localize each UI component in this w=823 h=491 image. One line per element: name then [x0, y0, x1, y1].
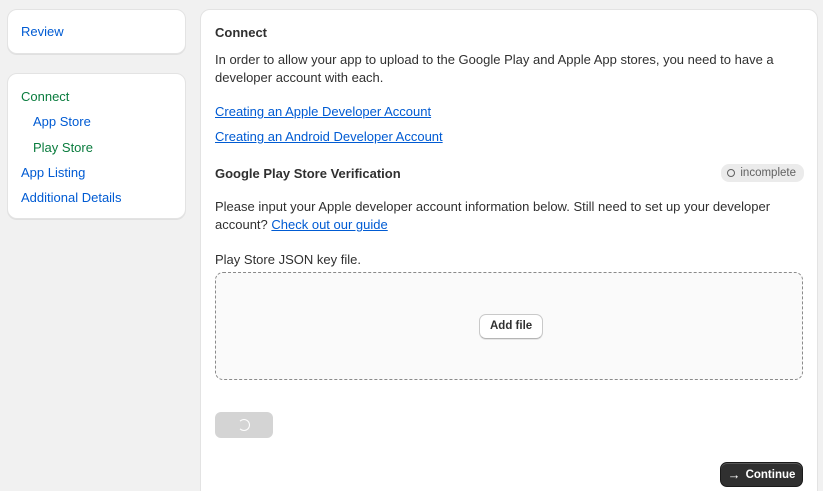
page-title: Connect	[215, 25, 267, 40]
sidebar-nav-card: Connect App Store Play Store App Listing…	[7, 73, 186, 219]
add-file-button[interactable]: Add file	[479, 314, 544, 339]
main-card: Connect In order to allow your app to up…	[200, 9, 818, 491]
sidebar-item-app-store[interactable]: App Store	[33, 114, 91, 130]
verification-title: Google Play Store Verification	[215, 166, 401, 181]
android-developer-account-link[interactable]: Creating an Android Developer Account	[215, 129, 443, 145]
status-badge-label: incomplete	[740, 167, 796, 179]
sidebar-item-play-store[interactable]: Play Store	[33, 140, 93, 156]
file-dropzone[interactable]: Add file	[215, 272, 803, 380]
sidebar-item-app-listing[interactable]: App Listing	[21, 165, 85, 181]
circle-outline-icon	[727, 169, 736, 177]
continue-button[interactable]: → Continue	[720, 462, 803, 487]
guide-link[interactable]: Check out our guide	[271, 217, 387, 232]
json-key-file-label: Play Store JSON key file.	[215, 252, 361, 267]
loading-button[interactable]	[215, 412, 273, 438]
spinner-icon	[238, 419, 250, 431]
sidebar-item-review[interactable]: Review	[21, 24, 64, 40]
continue-label: Continue	[745, 468, 796, 481]
status-badge: incomplete	[721, 164, 804, 182]
sidebar-item-additional-details[interactable]: Additional Details	[21, 190, 121, 206]
arrow-right-icon: →	[727, 467, 741, 482]
sidebar-review-card: Review	[7, 9, 186, 54]
verification-description: Please input your Apple developer accoun…	[215, 198, 775, 234]
sidebar-item-connect[interactable]: Connect	[21, 89, 69, 105]
intro-text: In order to allow your app to upload to …	[215, 52, 774, 85]
apple-developer-account-link[interactable]: Creating an Apple Developer Account	[215, 104, 431, 120]
